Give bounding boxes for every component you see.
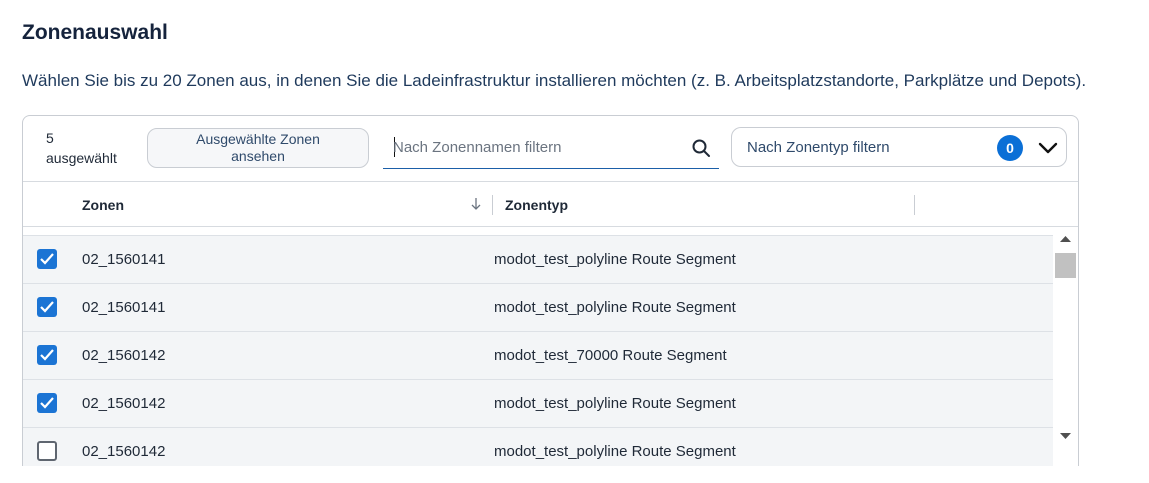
zone-type: modot_test_polyline Route Segment [494, 395, 736, 412]
zone-name: 02_1560142 [82, 347, 166, 364]
zone-type: modot_test_polyline Route Segment [494, 251, 736, 268]
table-row[interactable]: 02_1560142 modot_test_polyline Route Seg… [23, 379, 1053, 427]
view-selected-zones-button[interactable]: Ausgewählte Zonen ansehen [147, 128, 369, 168]
checkmark-icon [40, 349, 54, 361]
checkmark-icon [40, 253, 54, 265]
page-title: Zonenauswahl [22, 21, 168, 44]
zone-name: 02_1560141 [82, 299, 166, 316]
page-description: Wählen Sie bis zu 20 Zonen aus, in denen… [22, 71, 1087, 90]
zone-type: modot_test_70000 Route Segment [494, 347, 727, 364]
table-toolbar: 5 ausgewählt Ausgewählte Zonen ansehen N… [23, 116, 1078, 181]
table-row[interactable]: 02_1560142 modot_test_70000 Route Segmen… [23, 331, 1053, 379]
row-checkbox-unchecked[interactable] [37, 441, 57, 461]
selected-count-number: 5 [46, 130, 54, 146]
checkmark-icon [40, 397, 54, 409]
column-resize-handle[interactable] [914, 195, 915, 215]
row-checkbox-checked[interactable] [37, 393, 57, 413]
column-header-zonentyp[interactable]: Zonentyp [505, 197, 568, 213]
zone-name: 02_1560142 [82, 443, 166, 460]
table-header: Zonen Zonentyp [23, 181, 1078, 227]
zone-name-filter[interactable] [383, 128, 719, 169]
table-row[interactable]: 02_1560142 modot_test_polyline Route Seg… [23, 427, 1053, 466]
zone-type-filter-label: Nach Zonentyp filtern [747, 139, 890, 156]
selected-count-label: ausgewählt [46, 150, 117, 166]
checkmark-icon [40, 301, 54, 313]
row-checkbox-checked[interactable] [37, 249, 57, 269]
column-resize-handle[interactable] [492, 195, 493, 215]
selected-count: 5 ausgewählt [46, 128, 117, 168]
zone-table-panel: 5 ausgewählt Ausgewählte Zonen ansehen N… [22, 115, 1079, 466]
row-checkbox-checked[interactable] [37, 297, 57, 317]
vertical-scrollbar[interactable] [1053, 227, 1078, 466]
zone-name: 02_1560141 [82, 251, 166, 268]
scroll-down-arrow-icon[interactable] [1060, 432, 1071, 440]
zone-selection-page: Zonenauswahl Wählen Sie bis zu 20 Zonen … [0, 0, 1149, 483]
table-row[interactable]: 02_1560141 modot_test_polyline Route Seg… [23, 235, 1053, 283]
zone-type-filter-count-badge: 0 [997, 135, 1023, 161]
chevron-down-icon [1038, 142, 1058, 154]
zone-name: 02_1560142 [82, 395, 166, 412]
row-checkbox-checked[interactable] [37, 345, 57, 365]
zone-type: modot_test_polyline Route Segment [494, 299, 736, 316]
scroll-up-arrow-icon[interactable] [1060, 235, 1071, 243]
table-row[interactable]: 02_1560141 modot_test_polyline Route Seg… [23, 283, 1053, 331]
zone-type-filter-dropdown[interactable]: Nach Zonentyp filtern 0 [731, 127, 1067, 167]
scrollbar-thumb[interactable] [1055, 253, 1076, 278]
search-icon[interactable] [691, 138, 711, 158]
zone-name-filter-input[interactable] [393, 134, 673, 160]
table-body: 02_1560141 modot_test_polyline Route Seg… [23, 227, 1078, 466]
arrow-down-icon[interactable] [469, 197, 483, 211]
column-header-zonen[interactable]: Zonen [82, 197, 124, 213]
table-rows: 02_1560141 modot_test_polyline Route Seg… [23, 235, 1053, 466]
zone-type: modot_test_polyline Route Segment [494, 443, 736, 460]
